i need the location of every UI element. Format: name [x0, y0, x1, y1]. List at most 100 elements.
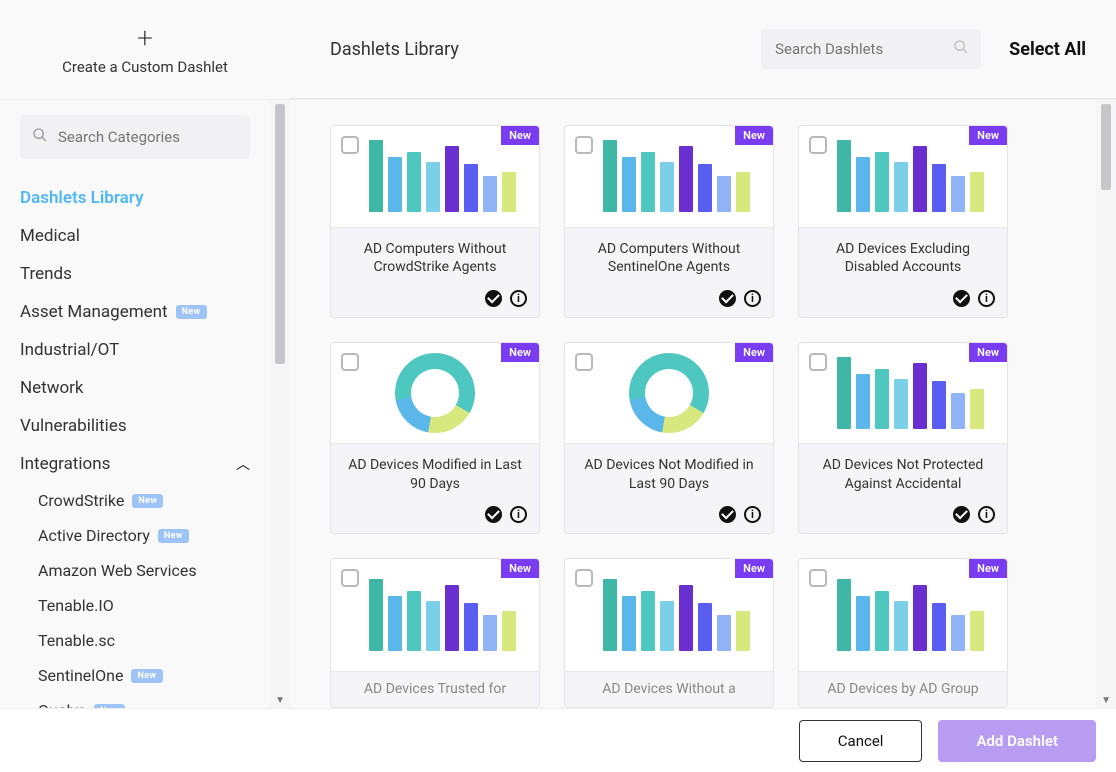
bar-chart-thumbnail: [603, 579, 750, 651]
dashlet-title: AD Computers Without CrowdStrike Agents: [343, 240, 527, 278]
donut-chart-thumbnail: [395, 353, 475, 433]
create-custom-dashlet[interactable]: + Create a Custom Dashlet: [0, 0, 290, 99]
plus-icon: +: [137, 24, 153, 52]
dashlet-checkbox[interactable]: [575, 353, 593, 371]
dashlet-card[interactable]: NewAD Computers Without SentinelOne Agen…: [564, 125, 774, 318]
sidebar-item-label: Industrial/OT: [20, 340, 119, 360]
dashlet-checkbox[interactable]: [575, 136, 593, 154]
search-dashlets-input[interactable]: [761, 29, 981, 69]
create-label: Create a Custom Dashlet: [62, 58, 228, 76]
new-badge: New: [501, 126, 539, 145]
check-icon: [953, 290, 970, 307]
check-icon: [953, 506, 970, 523]
new-badge: New: [969, 343, 1007, 362]
dashlet-title: AD Devices Not Modified in Last 90 Days: [577, 456, 761, 494]
sidebar-item[interactable]: Asset Management New: [20, 293, 250, 331]
info-icon[interactable]: i: [510, 506, 527, 523]
dashlet-card[interactable]: NewAD Devices Trusted for: [330, 558, 540, 708]
page-title: Dashlets Library: [330, 39, 761, 60]
sidebar-sub-item[interactable]: Tenable.sc: [20, 623, 250, 658]
sidebar-item-label: Active Directory: [38, 526, 150, 545]
dashlets-library-grid: New AD Computers Without CrowdStrike Agen…: [290, 100, 1096, 708]
check-icon: [719, 506, 736, 523]
new-badge: New: [501, 343, 539, 362]
sidebar-item[interactable]: Trends: [20, 255, 250, 293]
dashlet-checkbox[interactable]: [341, 136, 359, 154]
sidebar-item[interactable]: Integrations︿: [20, 445, 250, 483]
sidebar-item[interactable]: Medical: [20, 217, 250, 255]
dashlet-title: AD Devices Modified in Last 90 Days: [343, 456, 527, 494]
sidebar-item[interactable]: Vulnerabilities: [20, 407, 250, 445]
chevron-up-icon: ︿: [236, 454, 250, 474]
cancel-button[interactable]: Cancel: [799, 720, 923, 762]
sidebar-sub-item[interactable]: Tenable.IO: [20, 588, 250, 623]
sidebar-item-label: Network: [20, 378, 84, 398]
scroll-down-icon[interactable]: ▼: [275, 695, 285, 706]
new-badge: New: [735, 126, 773, 145]
bar-chart-thumbnail: [369, 140, 516, 212]
dashlet-checkbox[interactable]: [809, 136, 827, 154]
sidebar-item-label: Trends: [20, 264, 72, 284]
sidebar-item[interactable]: Network: [20, 369, 250, 407]
new-badge: New: [94, 704, 125, 709]
new-badge: New: [131, 669, 162, 683]
sidebar-item-label: Qualys: [38, 701, 86, 708]
check-icon: [485, 506, 502, 523]
dashlet-checkbox[interactable]: [341, 569, 359, 587]
sidebar-sub-item[interactable]: Qualys New: [20, 693, 250, 708]
sidebar-sub-item[interactable]: CrowdStrike New: [20, 483, 250, 518]
bar-chart-thumbnail: [603, 140, 750, 212]
dashlet-card[interactable]: NewAD Devices by AD Group: [798, 558, 1008, 708]
sidebar-item-label: Tenable.IO: [38, 596, 114, 615]
sidebar-sub-item[interactable]: Active Directory New: [20, 518, 250, 553]
new-badge: New: [969, 126, 1007, 145]
dashlet-title: AD Devices Without a: [602, 680, 735, 699]
new-badge: New: [176, 305, 207, 319]
sidebar-item-label: Dashlets Library: [20, 188, 144, 208]
scrollbar-thumb[interactable]: [1101, 104, 1111, 190]
add-dashlet-button[interactable]: Add Dashlet: [938, 720, 1096, 762]
bar-chart-thumbnail: [837, 140, 984, 212]
info-icon[interactable]: i: [978, 290, 995, 307]
scroll-down-icon[interactable]: ▼: [1101, 695, 1111, 706]
select-all-button[interactable]: Select All: [1009, 39, 1086, 60]
dashlet-title: AD Devices by AD Group: [827, 680, 978, 699]
dashlet-card[interactable]: New AD Devices Modified in Last 90 Days i: [330, 342, 540, 535]
dashlet-card[interactable]: New AD Devices Not Modified in Last 90 Da…: [564, 342, 774, 535]
info-icon[interactable]: i: [744, 506, 761, 523]
sidebar-sub-item[interactable]: Amazon Web Services: [20, 553, 250, 588]
dashlet-checkbox[interactable]: [809, 353, 827, 371]
new-badge: New: [158, 529, 189, 543]
new-badge: New: [501, 559, 539, 578]
scrollbar-thumb[interactable]: [275, 104, 285, 364]
info-icon[interactable]: i: [744, 290, 761, 307]
dashlet-card[interactable]: New AD Devices Not Protected Against Acci…: [798, 342, 1008, 535]
dashlet-card[interactable]: NewAD Devices Without a: [564, 558, 774, 708]
sidebar-item-label: Asset Management: [20, 302, 168, 322]
sidebar-item-label: SentinelOne: [38, 666, 123, 685]
search-icon: [32, 127, 48, 147]
search-categories[interactable]: [20, 115, 250, 159]
sidebar-sub-item[interactable]: SentinelOne New: [20, 658, 250, 693]
search-icon: [953, 39, 969, 59]
dashlet-checkbox[interactable]: [809, 569, 827, 587]
dashlet-title: AD Devices Not Protected Against Acciden…: [811, 456, 995, 494]
sidebar-item[interactable]: Dashlets Library: [20, 179, 250, 217]
sidebar-item-label: CrowdStrike: [38, 491, 124, 510]
info-icon[interactable]: i: [978, 506, 995, 523]
sidebar-item[interactable]: Industrial/OT: [20, 331, 250, 369]
new-badge: New: [132, 494, 163, 508]
dashlet-checkbox[interactable]: [341, 353, 359, 371]
search-dashlets[interactable]: [761, 29, 981, 69]
dashlet-card[interactable]: New AD Devices Excluding Disabled Account…: [798, 125, 1008, 318]
info-icon[interactable]: i: [510, 290, 527, 307]
dashlet-checkbox[interactable]: [575, 569, 593, 587]
check-icon: [719, 290, 736, 307]
sidebar-item-label: Tenable.sc: [38, 631, 115, 650]
library-scrollbar[interactable]: ▼: [1096, 100, 1116, 708]
dashlet-card[interactable]: New AD Computers Without CrowdStrike Agen…: [330, 125, 540, 318]
dashlet-title: AD Devices Excluding Disabled Accounts: [811, 240, 995, 278]
sidebar-scrollbar[interactable]: ▼: [270, 100, 290, 708]
new-badge: New: [735, 343, 773, 362]
search-categories-input[interactable]: [58, 128, 238, 146]
